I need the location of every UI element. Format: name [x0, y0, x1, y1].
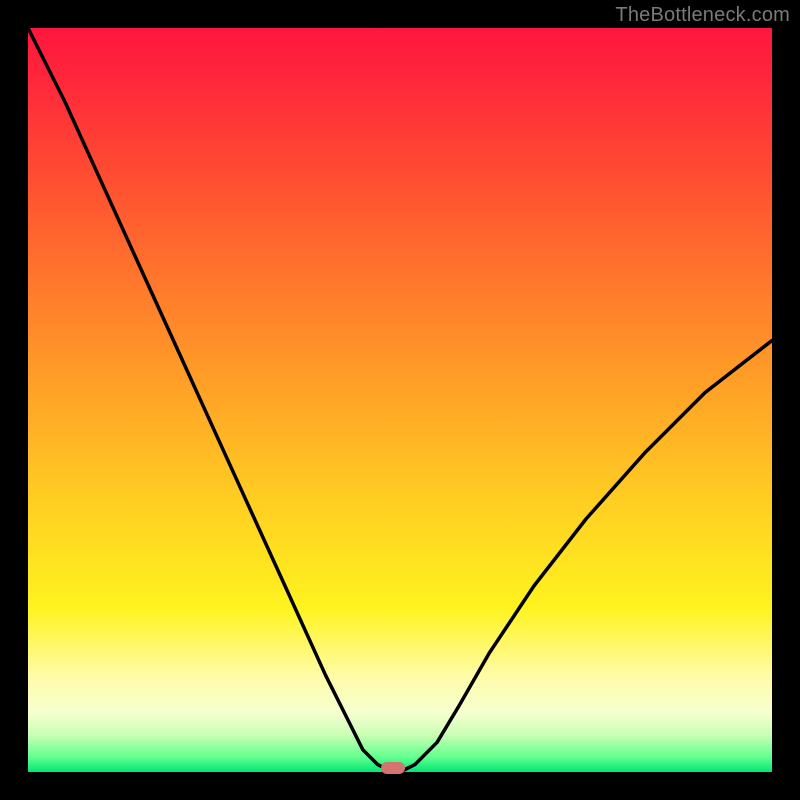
optimum-marker — [381, 762, 405, 774]
bottleneck-curve — [28, 28, 772, 772]
gradient-plot-area — [28, 28, 772, 772]
curve-path — [28, 28, 772, 772]
watermark-text: TheBottleneck.com — [615, 4, 790, 27]
chart-frame: TheBottleneck.com — [0, 0, 800, 800]
